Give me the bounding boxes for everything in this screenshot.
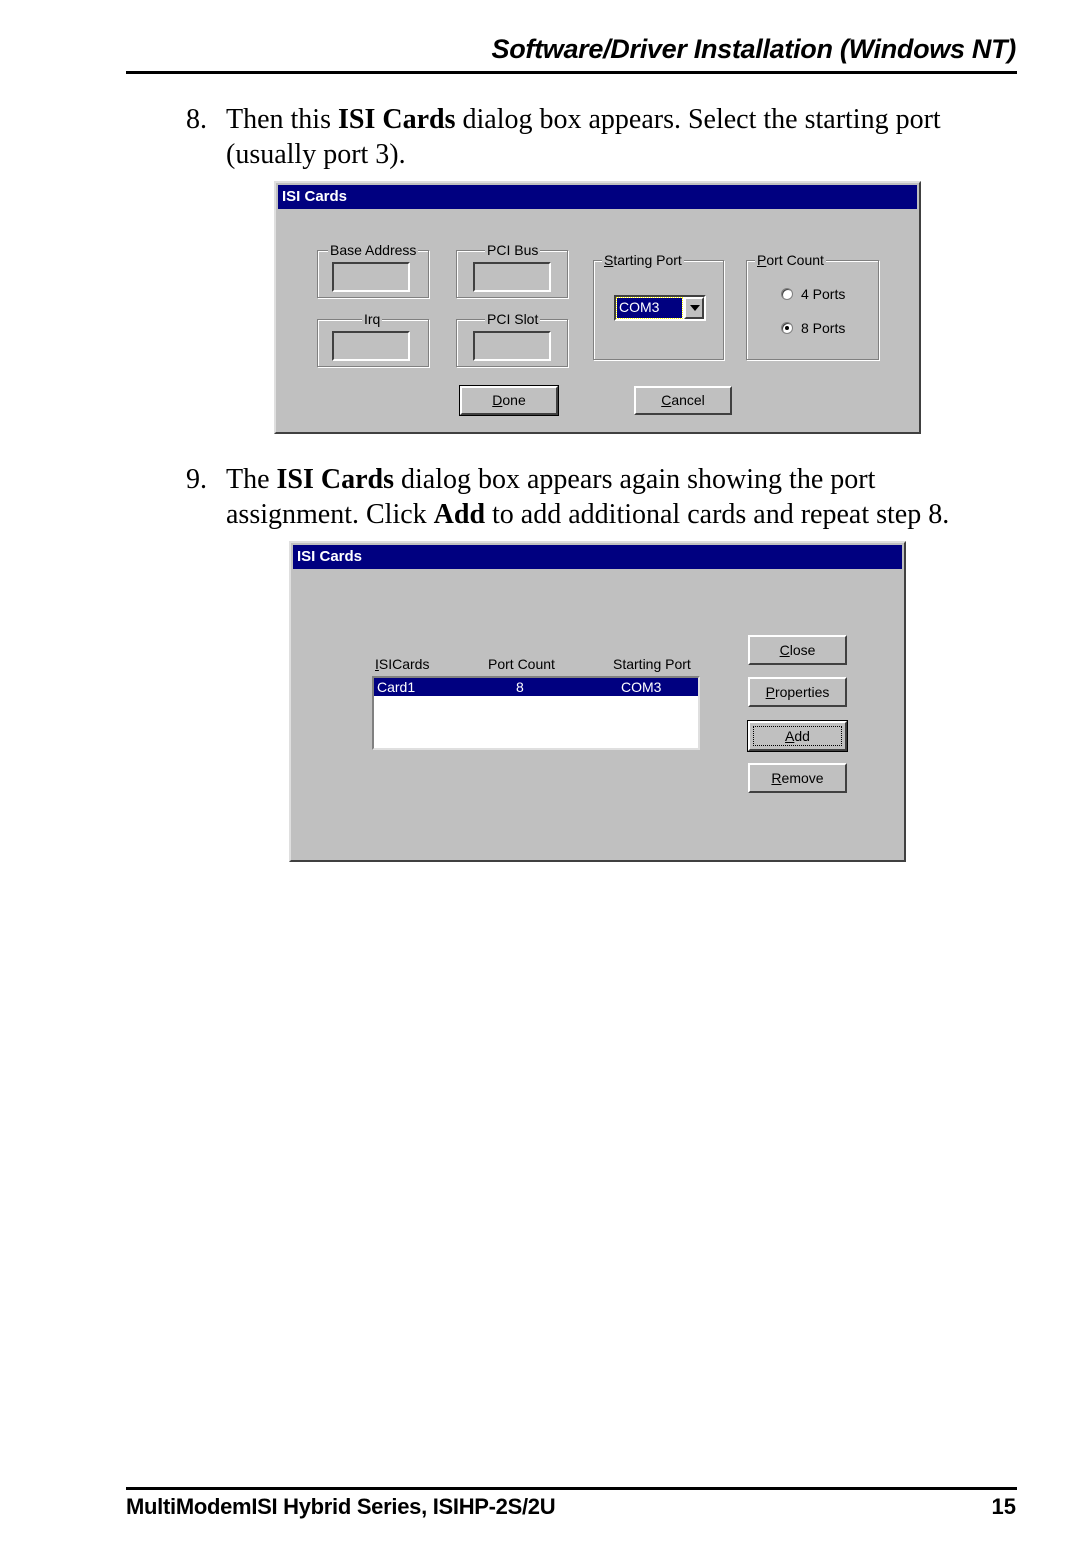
starting-port-combo[interactable]: COM3 <box>614 295 706 321</box>
label-rest: ancel <box>671 392 705 408</box>
page-header-title: Software/Driver Installation (Windows NT… <box>491 34 1016 64</box>
column-header-port-count: Port Count <box>488 656 555 672</box>
group-label: Port Count <box>755 251 826 269</box>
text: to add additional cards and repeat step … <box>485 499 950 530</box>
accel: C <box>661 392 672 408</box>
header-rule <box>126 71 1017 74</box>
irq-group: Irq <box>317 310 429 367</box>
radio-4-ports[interactable]: 4 Ports <box>781 286 845 302</box>
radio-8-ports[interactable]: 8 Ports <box>781 320 845 336</box>
group-label: Starting Port <box>602 251 684 269</box>
bold-term: Add <box>433 499 486 530</box>
focus-rect <box>753 726 842 746</box>
label-rest: SICards <box>378 656 430 672</box>
step-8: 8. Then this ISI Cards dialog box appear… <box>186 102 1006 172</box>
pci-bus-group: PCI Bus <box>456 241 568 298</box>
starting-port-group: Starting Port COM3 <box>593 251 724 360</box>
radio-label: 4 Ports <box>801 286 846 302</box>
irq-field[interactable] <box>332 331 410 361</box>
accel: P <box>757 252 767 268</box>
label-rest: lose <box>789 642 816 658</box>
port-count-group: Port Count 4 Ports 8 Ports <box>746 251 879 360</box>
chevron-down-icon[interactable] <box>684 297 704 319</box>
radio-unchecked-icon <box>781 288 793 300</box>
dialog-titlebar: ISI Cards <box>278 185 917 209</box>
radio-checked-icon <box>781 322 793 334</box>
radio-label: 8 Ports <box>801 320 846 336</box>
bold-term: ISI Cards <box>338 104 456 135</box>
page-number: 15 <box>991 1494 1016 1519</box>
label-rest: emove <box>781 770 824 786</box>
group-label: Irq <box>362 310 383 328</box>
label-rest: one <box>502 392 526 408</box>
pci-bus-field[interactable] <box>473 262 551 292</box>
add-button[interactable]: Add <box>747 720 848 752</box>
dialog-titlebar: ISI Cards <box>293 545 902 569</box>
group-label: Base Address <box>328 241 419 259</box>
step-number: 8. <box>186 104 207 135</box>
properties-button[interactable]: Properties <box>748 677 847 707</box>
done-button[interactable]: Done <box>459 385 559 416</box>
list-row-card1[interactable]: Card1 8 COM3 <box>374 678 698 696</box>
step-9: 9. The ISI Cards dialog box appears agai… <box>186 462 1006 532</box>
accel: S <box>604 252 614 268</box>
column-header-isicards: ISICards <box>375 656 429 672</box>
label-rest: roperties <box>774 684 830 700</box>
remove-button[interactable]: Remove <box>748 763 847 793</box>
accel: R <box>771 770 782 786</box>
accel: D <box>492 392 503 408</box>
text: Then this <box>226 104 338 135</box>
cell-port-count: 8 <box>516 679 524 695</box>
step-text: The ISI Cards dialog box appears again s… <box>226 462 1006 532</box>
isi-cards-listbox[interactable]: Card1 8 COM3 <box>372 676 700 750</box>
text: The <box>226 464 277 495</box>
cancel-button[interactable]: Cancel <box>634 386 732 415</box>
accel: P <box>765 684 775 700</box>
footer-rule <box>126 1487 1017 1490</box>
label-rest: ort Count <box>766 252 824 268</box>
step-text: Then this ISI Cards dialog box appears. … <box>226 102 1006 172</box>
base-address-group: Base Address <box>317 241 429 298</box>
isi-cards-dialog-list: ISI Cards ISICards Port Count Starting P… <box>289 541 906 862</box>
starting-port-value: COM3 <box>616 297 683 319</box>
column-header-starting-port: Starting Port <box>613 656 691 672</box>
cell-starting-port: COM3 <box>621 679 662 695</box>
base-address-field[interactable] <box>332 262 410 292</box>
pci-slot-field[interactable] <box>473 331 551 361</box>
close-button[interactable]: Close <box>748 635 847 665</box>
accel: C <box>779 642 790 658</box>
group-label: PCI Slot <box>485 310 541 328</box>
group-label: PCI Bus <box>485 241 541 259</box>
bold-term: ISI Cards <box>276 464 395 495</box>
cell-card: Card1 <box>377 679 416 695</box>
label-rest: tarting Port <box>613 252 682 268</box>
footer-title: MultiModemISI Hybrid Series, ISIHP-2S/2U <box>126 1494 556 1519</box>
pci-slot-group: PCI Slot <box>456 310 568 367</box>
step-number: 9. <box>186 464 207 495</box>
isi-cards-dialog-config: ISI Cards Base Address PCI Bus Irq PCI S… <box>274 181 921 434</box>
